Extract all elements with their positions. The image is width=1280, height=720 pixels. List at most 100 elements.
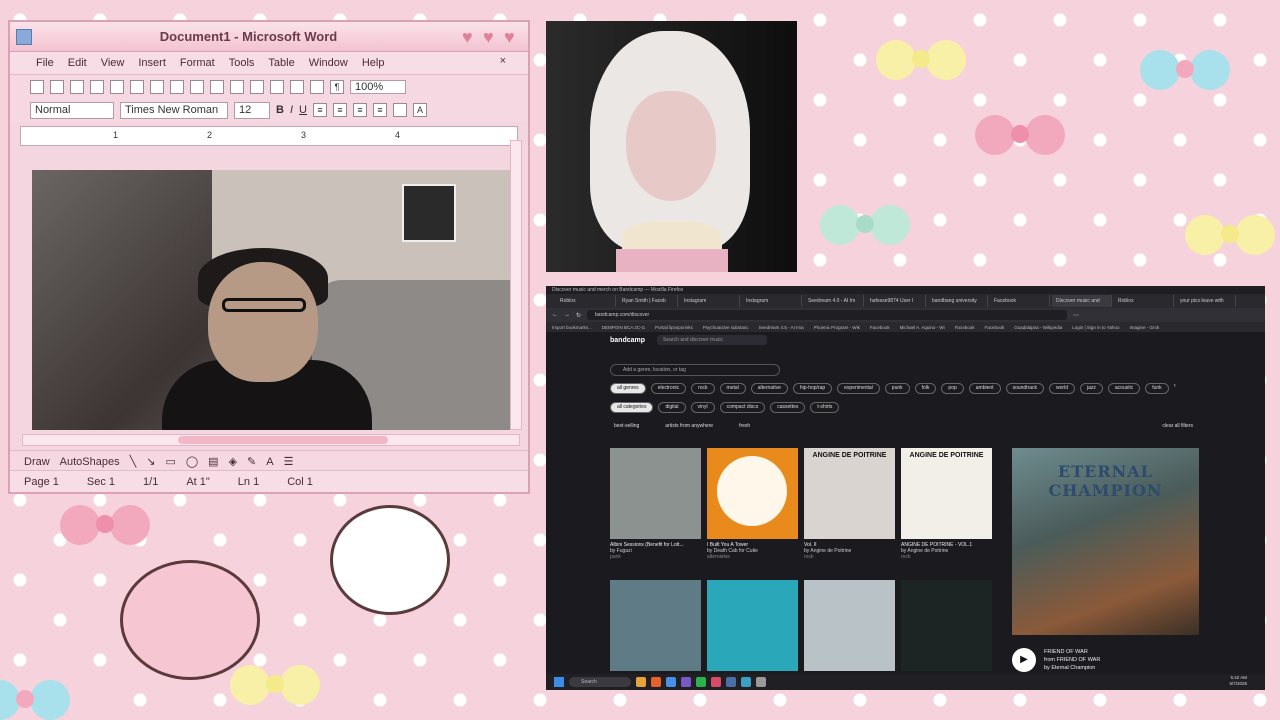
genre-chip[interactable]: rock — [691, 383, 715, 394]
back-icon[interactable]: ← — [552, 312, 558, 318]
word-titlebar[interactable]: Document1 - Microsoft Word ♥ ♥ ♥ — [10, 22, 528, 52]
format-chip[interactable]: compact discs — [719, 402, 766, 413]
bandcamp-search-input[interactable]: Search and discover music — [657, 335, 768, 345]
album-art[interactable]: ANGINE DE POITRINE — [901, 448, 992, 539]
justify-icon[interactable]: ≡ — [372, 103, 387, 117]
italic-button[interactable]: I — [290, 104, 293, 116]
album-card[interactable] — [901, 580, 992, 671]
sort-dropdown[interactable]: best-selling — [614, 423, 639, 429]
clear-filters-link[interactable]: clear all filters — [1162, 423, 1193, 429]
play-button[interactable]: ▶ — [1012, 648, 1036, 672]
fill-color-icon[interactable]: ◈ — [229, 455, 237, 468]
genre-chip[interactable]: soundtrack — [1005, 383, 1045, 394]
browser-tab[interactable]: Ryan Smith | Faceb — [618, 295, 678, 307]
horizontal-ruler[interactable]: 1 2 3 4 — [20, 126, 518, 146]
show-hide-icon[interactable]: ¶ — [330, 79, 344, 94]
genre-chip[interactable]: alternative — [750, 383, 788, 394]
bookmark-item[interactable]: Michael A. Aquino - Wi — [900, 325, 945, 330]
genre-chip[interactable]: all genres — [610, 383, 646, 394]
featured-album-art[interactable]: ETERNAL CHAMPION — [1012, 448, 1199, 635]
url-bar[interactable]: bandcamp.com/discover — [587, 310, 1068, 320]
album-art[interactable] — [901, 580, 992, 671]
menu-edit[interactable]: Edit — [68, 57, 87, 69]
maximize-heart-icon[interactable]: ♥ — [483, 28, 501, 46]
autoshapes-menu[interactable]: AutoShapes — [60, 456, 120, 468]
font-size-select[interactable]: 12 — [234, 101, 270, 119]
menu-window[interactable]: Window — [309, 57, 348, 69]
app-icon[interactable] — [711, 677, 721, 687]
cut-icon[interactable] — [170, 79, 184, 94]
genre-chip[interactable]: electronic — [650, 383, 687, 394]
oval-icon[interactable]: ◯ — [186, 455, 198, 468]
highlight-icon[interactable] — [392, 103, 407, 117]
browser-tab[interactable]: Facebook — [990, 295, 1050, 307]
bookmark-item[interactable]: Import bookmarks... — [552, 325, 592, 330]
location-dropdown[interactable]: artists from anywhere — [665, 423, 713, 429]
browser-tab-active[interactable]: Discover music and — [1052, 295, 1112, 307]
chevron-right-icon[interactable]: › — [1174, 383, 1176, 394]
font-color-icon[interactable]: A — [266, 456, 273, 468]
underline-button[interactable]: U — [299, 104, 307, 116]
album-card[interactable] — [707, 580, 798, 671]
bookmark-item[interactable]: Phoenix Program - Wik — [814, 325, 860, 330]
featured-track-artist[interactable]: by Eternal Champion — [1044, 664, 1100, 672]
album-card[interactable] — [804, 580, 895, 671]
line-icon[interactable]: ╲ — [130, 455, 137, 468]
forward-icon[interactable]: → — [564, 312, 570, 318]
featured-track-title[interactable]: FRIEND OF WAR — [1044, 648, 1100, 656]
album-card[interactable]: Albini Sessions (Benefit for Lott... by … — [610, 448, 701, 560]
spelling-icon[interactable] — [150, 79, 164, 94]
genre-chip[interactable]: jazz — [1079, 383, 1103, 394]
zoom-select[interactable]: 100% — [350, 79, 406, 94]
permission-icon[interactable] — [90, 79, 104, 94]
bookmark-item[interactable]: Psychoactive substanc — [703, 325, 749, 330]
save-icon[interactable] — [70, 79, 84, 94]
firefox-icon[interactable] — [651, 677, 661, 687]
browser-tab[interactable]: Seedream 4.0 - AI Im — [804, 295, 864, 307]
genre-chip[interactable]: experimental — [837, 383, 880, 394]
format-chip[interactable]: vinyl — [690, 402, 715, 413]
album-art[interactable] — [707, 580, 798, 671]
minimize-heart-icon[interactable]: ♥ — [462, 28, 480, 46]
align-right-icon[interactable]: ≡ — [352, 103, 367, 117]
bookmark-item[interactable]: Imagine - Grok — [1130, 325, 1160, 330]
genre-chip[interactable]: pop — [941, 383, 964, 394]
print-preview-icon[interactable] — [130, 79, 144, 94]
extensions-icon[interactable]: ⋯ — [1073, 312, 1079, 319]
file-explorer-icon[interactable] — [636, 677, 646, 687]
arrow-icon[interactable]: ↘ — [146, 455, 155, 468]
genre-search-input[interactable]: Add a genre, location, or tag — [610, 364, 780, 376]
menu-help[interactable]: Help — [362, 57, 385, 69]
table-icon[interactable] — [310, 79, 324, 94]
bookmark-item[interactable]: Guadalajara - Wikipedia — [1014, 325, 1062, 330]
draw-menu[interactable]: Draw — [24, 456, 50, 468]
recency-dropdown[interactable]: fresh — [739, 423, 750, 429]
horizontal-scrollbar[interactable] — [22, 434, 520, 446]
album-art[interactable] — [610, 448, 701, 539]
browser-tab[interactable]: Instagram — [742, 295, 802, 307]
align-left-icon[interactable]: ≡ — [312, 103, 327, 117]
browser-tab[interactable]: Instagram — [680, 295, 740, 307]
album-card[interactable]: I Built You A Tower by Death Cab for Cut… — [707, 448, 798, 560]
bookmark-item[interactable]: Facebook — [984, 325, 1004, 330]
font-color-icon[interactable]: A — [412, 103, 427, 117]
paste-icon[interactable] — [210, 79, 224, 94]
album-art[interactable] — [804, 580, 895, 671]
format-chip[interactable]: cassettes — [770, 402, 806, 413]
open-folder-icon[interactable] — [50, 79, 64, 94]
line-style-icon[interactable]: ☰ — [284, 455, 294, 468]
browser-tab[interactable]: Roblox — [556, 295, 616, 307]
genre-chip[interactable]: ambient — [968, 383, 1001, 394]
album-card[interactable] — [610, 580, 701, 671]
spotify-icon[interactable] — [696, 677, 706, 687]
close-document-icon[interactable]: × — [500, 55, 506, 67]
windows-start-icon[interactable] — [554, 677, 564, 687]
format-painter-icon[interactable] — [230, 79, 244, 94]
album-art[interactable] — [610, 580, 701, 671]
line-color-icon[interactable]: ✎ — [247, 455, 256, 468]
menu-tools[interactable]: Tools — [229, 57, 255, 69]
format-chip[interactable]: t-shirts — [810, 402, 840, 413]
genre-chip[interactable]: acoustic — [1107, 383, 1141, 394]
bookmark-item[interactable]: DEMPOIN BCA 2C-G — [602, 325, 645, 330]
bookmark-item[interactable]: Portail liposporinks — [655, 325, 693, 330]
